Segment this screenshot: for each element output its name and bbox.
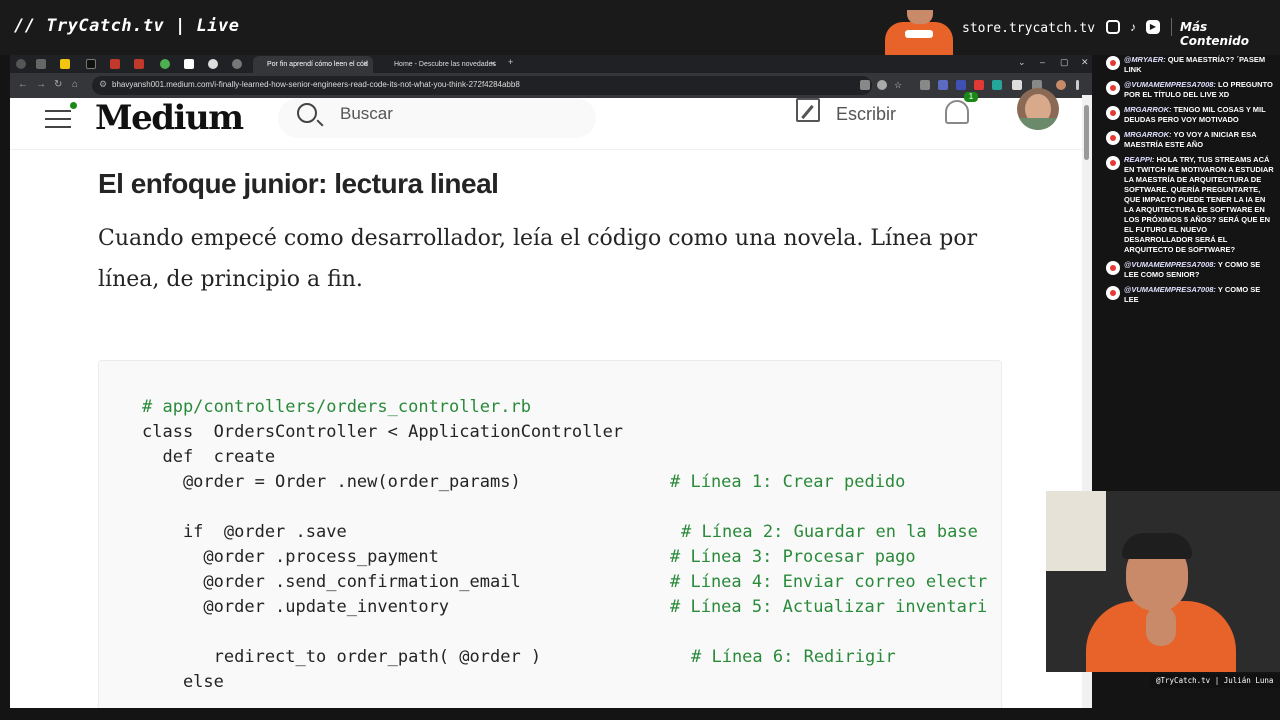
- zoom-icon[interactable]: [877, 80, 887, 90]
- tiktok-icon[interactable]: ♪: [1126, 20, 1140, 34]
- chat-message: mrgarrok: tengo mil cosas y mil deudas p…: [1100, 105, 1280, 125]
- code-comment: # Línea 6: Redirigir: [691, 647, 896, 667]
- forward-icon[interactable]: →: [36, 79, 46, 90]
- chat-message: @mryaer: que maestría?? ´pasem link: [1100, 55, 1280, 75]
- write-icon: [796, 98, 820, 122]
- stream-top-bar: // TryCatch.tv | Live store.trycatch.tv …: [0, 0, 1280, 55]
- extension-icon[interactable]: [956, 80, 966, 90]
- code-comment: # Línea 5: Actualizar inventari: [670, 597, 988, 617]
- search-input[interactable]: Buscar: [340, 104, 393, 124]
- youtube-badge-icon: [1106, 286, 1120, 300]
- avatar[interactable]: [1017, 88, 1059, 130]
- chat-message: reappi: Hola try, tus streams acá en twi…: [1100, 155, 1280, 255]
- write-label: Escribir: [836, 104, 897, 124]
- tab-strip: Por fin aprendí cómo leen el cód ✕ Home …: [10, 55, 1092, 73]
- code-line: else: [142, 672, 224, 692]
- youtube-icon[interactable]: ▶: [1146, 20, 1160, 34]
- code-line: @order .update_inventory: [142, 597, 450, 617]
- twitch-badge-icon: [1106, 156, 1120, 170]
- article-paragraph: Cuando empecé como desarrollador, leía e…: [98, 226, 978, 292]
- article-heading: El enfoque junior: lectura lineal: [98, 168, 499, 199]
- tab-favicon[interactable]: [86, 59, 96, 69]
- webcam-feed: [1046, 491, 1280, 672]
- address-bar[interactable]: ⚙ bhavyansh001.medium.com/i-finally-lear…: [92, 76, 872, 95]
- code-line: def create: [142, 447, 276, 467]
- site-info-icon[interactable]: ⚙: [99, 79, 107, 90]
- maximize-icon[interactable]: ▢: [1060, 57, 1069, 68]
- code-comment: # Línea 1: Crear pedido: [670, 472, 906, 492]
- menu-icon[interactable]: [45, 102, 77, 134]
- back-icon[interactable]: ←: [18, 79, 28, 90]
- chat-message: @vumamempresa7008: y como se lee: [1100, 285, 1280, 305]
- new-tab-icon[interactable]: +: [508, 57, 513, 67]
- search-icon: [297, 103, 317, 123]
- twitch-badge-icon: [1106, 131, 1120, 145]
- code-comment: # Línea 4: Enviar correo electr: [670, 572, 988, 592]
- social-icons: i ♪ ▶: [1106, 20, 1160, 34]
- medium-header: Medium Buscar Escribir 1: [10, 88, 1092, 150]
- youtube-badge-icon: [1106, 56, 1120, 70]
- code-comment: # Línea 2: Guardar en la base: [681, 522, 978, 542]
- github-icon[interactable]: [208, 59, 218, 69]
- chat-message: @vumamempresa7008: y como se lee como se…: [1100, 260, 1280, 280]
- twitch-badge-icon: [1106, 106, 1120, 120]
- tab-medium-article[interactable]: Por fin aprendí cómo leen el cód ✕: [253, 56, 373, 73]
- chat-message: @vumamempresa7008: lo pregunto por el tí…: [1100, 80, 1280, 100]
- scrollbar-thumb[interactable]: [1084, 105, 1089, 160]
- url-text: bhavyansh001.medium.com/i-finally-learne…: [112, 80, 520, 89]
- chat-message: mrgarrok: yo voy a iniciar esa maestría …: [1100, 130, 1280, 150]
- webcam-caption: @TryCatch.tv | Julián Luna: [1150, 674, 1280, 688]
- extension-icon[interactable]: [920, 80, 930, 90]
- tab-favicon[interactable]: [60, 59, 70, 69]
- code-line: @order = Order .new(order_params): [142, 472, 521, 492]
- code-line: @order .process_payment: [142, 547, 439, 567]
- code-comment: # Línea 3: Procesar pago: [670, 547, 916, 567]
- minimize-icon[interactable]: –: [1040, 57, 1045, 67]
- divider: [1171, 18, 1172, 36]
- bookmark-star-icon[interactable]: ☆: [894, 80, 904, 90]
- extension-icon[interactable]: [1012, 80, 1022, 90]
- code-block: # app/controllers/orders_controller.rb c…: [98, 360, 1002, 708]
- code-line: redirect_to order_path( @order ): [142, 647, 542, 667]
- tab-favicon[interactable]: [184, 59, 194, 69]
- close-tab-icon[interactable]: ✕: [363, 56, 369, 73]
- browser-menu-icon[interactable]: [1076, 80, 1079, 90]
- tab-favicon[interactable]: [160, 59, 170, 69]
- tab-search-icon[interactable]: ⌄: [1018, 57, 1026, 68]
- extension-icon[interactable]: [974, 80, 984, 90]
- stream-frame: // TryCatch.tv | Live store.trycatch.tv …: [0, 0, 1280, 720]
- tab-favicon[interactable]: [232, 59, 242, 69]
- home-icon[interactable]: ⌂: [72, 79, 78, 90]
- close-tab-icon[interactable]: ✕: [490, 56, 496, 73]
- stream-brand: // TryCatch.tv | Live: [14, 16, 240, 36]
- bell-icon[interactable]: [945, 100, 969, 124]
- browser-window: Por fin aprendí cómo leen el cód ✕ Home …: [10, 55, 1092, 708]
- instagram-icon[interactable]: i: [1106, 20, 1120, 34]
- tab-menu-icon[interactable]: [16, 59, 26, 69]
- tab-favicon[interactable]: [36, 59, 46, 69]
- store-link[interactable]: store.trycatch.tv: [962, 21, 1095, 36]
- search-box[interactable]: Buscar: [278, 98, 596, 138]
- browser-toolbar: ← → ↻ ⌂ ⚙ bhavyansh001.medium.com/i-fina…: [10, 73, 1092, 98]
- code-line: @order .send_confirmation_email: [142, 572, 521, 592]
- translate-icon[interactable]: [860, 80, 870, 90]
- youtube-badge-icon: [1106, 81, 1120, 95]
- stream-chat: @mryaer: que maestría?? ´pasem link @vum…: [1100, 55, 1280, 315]
- notification-badge: 1: [964, 92, 978, 102]
- close-window-icon[interactable]: ✕: [1081, 57, 1089, 68]
- code-line: # app/controllers/orders_controller.rb: [142, 397, 531, 417]
- tab-home[interactable]: Home - Descubre las novedades ✕: [380, 56, 500, 73]
- host-thumbnail: [885, 10, 953, 55]
- code-line: if @order .save: [142, 522, 347, 542]
- extension-icon[interactable]: [938, 80, 948, 90]
- extension-icon[interactable]: [992, 80, 1002, 90]
- tab-favicon[interactable]: [110, 59, 120, 69]
- medium-logo[interactable]: Medium: [95, 98, 244, 138]
- profile-avatar-icon[interactable]: [1056, 80, 1066, 90]
- code-line: class OrdersController < ApplicationCont…: [142, 422, 624, 442]
- tab-favicon[interactable]: [134, 59, 144, 69]
- youtube-badge-icon: [1106, 261, 1120, 275]
- more-content-label: Más Contenido: [1180, 20, 1249, 48]
- reload-icon[interactable]: ↻: [54, 79, 62, 90]
